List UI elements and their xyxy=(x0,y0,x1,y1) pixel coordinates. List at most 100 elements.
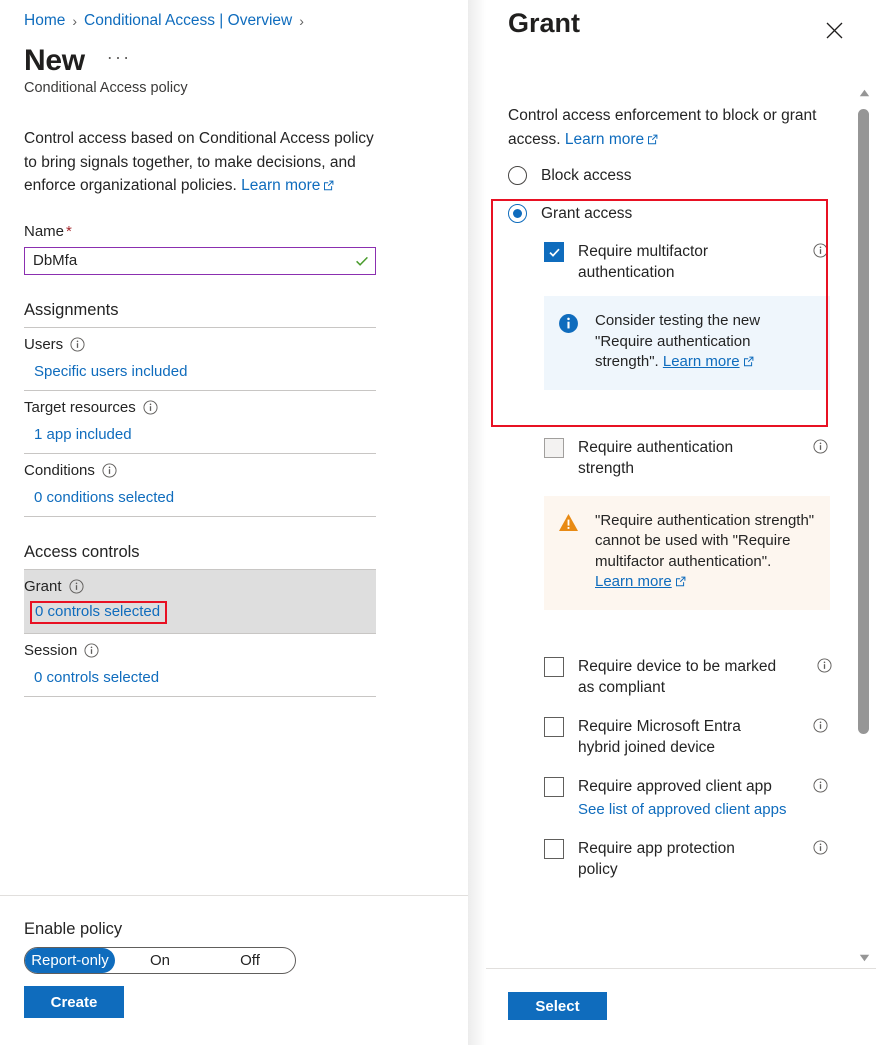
checkbox-label-approved-client-app[interactable]: Require approved client app See list of … xyxy=(578,776,778,820)
grant-blade: Grant Control access enforcement to bloc… xyxy=(486,0,876,1045)
row-label: Conditions xyxy=(24,462,376,479)
checkbox-label-app-protection-policy[interactable]: Require app protection policy xyxy=(578,838,778,880)
checkbox-device-compliant[interactable] xyxy=(544,657,564,677)
checkmark-icon xyxy=(349,253,375,269)
checkbox-app-protection-policy[interactable] xyxy=(544,839,564,859)
access-control-value-grant[interactable]: 0 controls selected xyxy=(35,603,160,620)
external-link-icon xyxy=(323,180,334,191)
divider xyxy=(0,895,468,896)
info-callout-text: Consider testing the new "Require authen… xyxy=(595,311,816,373)
policy-learn-more-link[interactable]: Learn more xyxy=(241,177,334,194)
assignment-value-users[interactable]: Specific users included xyxy=(34,363,187,380)
info-circle-icon[interactable] xyxy=(813,840,828,855)
blade-header: Grant xyxy=(486,0,876,84)
assignment-value-target-resources[interactable]: 1 app included xyxy=(34,426,132,443)
access-control-row-grant[interactable]: Grant 0 controls selected xyxy=(24,570,376,633)
info-filled-icon xyxy=(558,313,579,373)
assignment-value-conditions[interactable]: 0 conditions selected xyxy=(34,489,174,506)
checkbox-approved-client-app[interactable] xyxy=(544,777,564,797)
radio-row-grant-access[interactable]: Grant access xyxy=(508,204,854,223)
page-title: New xyxy=(24,43,85,79)
assignment-row-users[interactable]: Users Specific users included xyxy=(24,328,376,390)
checkbox-row-require-mfa[interactable]: Require multifactor authentication xyxy=(508,241,854,283)
caret-down-icon[interactable] xyxy=(858,951,871,964)
assignment-row-conditions[interactable]: Conditions 0 conditions selected xyxy=(24,454,376,516)
select-button[interactable]: Select xyxy=(508,992,607,1020)
radio-block-access[interactable] xyxy=(508,166,527,185)
info-circle-icon[interactable] xyxy=(813,718,828,733)
info-circle-icon[interactable] xyxy=(813,778,828,793)
caret-up-icon[interactable] xyxy=(858,86,871,99)
external-link-icon xyxy=(675,576,686,587)
enable-policy-label: Enable policy xyxy=(24,920,296,939)
radio-row-block-access[interactable]: Block access xyxy=(508,166,854,185)
warning-callout-learn-more-link[interactable]: Learn more xyxy=(595,573,672,590)
checkbox-label-hybrid-joined[interactable]: Require Microsoft Entra hybrid joined de… xyxy=(578,716,778,758)
toggle-option-on[interactable]: On xyxy=(115,948,205,973)
grant-annotation-box: 0 controls selected xyxy=(30,601,167,624)
toggle-option-off[interactable]: Off xyxy=(205,948,295,973)
info-callout-auth-strength: Consider testing the new "Require authen… xyxy=(544,296,830,390)
info-circle-icon[interactable] xyxy=(813,439,828,454)
info-circle-icon[interactable] xyxy=(69,579,84,594)
blade-title: Grant xyxy=(508,8,580,39)
toggle-option-report-only[interactable]: Report-only xyxy=(25,948,115,973)
policy-description: Control access based on Conditional Acce… xyxy=(24,127,384,198)
access-controls-heading: Access controls xyxy=(24,543,468,562)
external-link-icon xyxy=(743,356,754,367)
breadcrumb-item-conditional-access[interactable]: Conditional Access | Overview xyxy=(84,11,292,31)
row-label: Users xyxy=(24,336,376,353)
breadcrumb-chevron-icon: › xyxy=(72,11,77,31)
warning-callout-text: "Require authentication strength" cannot… xyxy=(595,511,816,593)
info-circle-icon[interactable] xyxy=(813,243,828,258)
enable-policy-toggle[interactable]: Report-only On Off xyxy=(24,947,296,974)
name-input[interactable] xyxy=(25,248,349,274)
radio-grant-access[interactable] xyxy=(508,204,527,223)
name-input-wrapper[interactable] xyxy=(24,247,376,275)
info-circle-icon[interactable] xyxy=(70,337,85,352)
checkbox-require-mfa[interactable] xyxy=(544,242,564,262)
panel-shadow xyxy=(468,0,486,1045)
checkbox-row-hybrid-joined[interactable]: Require Microsoft Entra hybrid joined de… xyxy=(508,716,854,758)
access-control-value-session[interactable]: 0 controls selected xyxy=(34,669,159,686)
breadcrumb-item-home[interactable]: Home xyxy=(24,11,65,31)
checkbox-row-device-compliant[interactable]: Require device to be marked as compliant xyxy=(508,656,854,698)
grant-learn-more-link[interactable]: Learn more xyxy=(565,131,658,148)
info-circle-icon[interactable] xyxy=(817,658,832,673)
scrollbar-thumb[interactable] xyxy=(858,109,869,734)
assignment-row-target-resources[interactable]: Target resources 1 app included xyxy=(24,391,376,453)
page-title-row: New ··· xyxy=(24,43,468,79)
divider xyxy=(24,516,376,517)
info-circle-icon[interactable] xyxy=(102,463,117,478)
breadcrumb: Home › Conditional Access | Overview › xyxy=(24,0,468,31)
blade-scroll-area: Control access enforcement to block or g… xyxy=(486,84,876,968)
warning-icon xyxy=(558,513,579,593)
warning-callout-auth-strength: "Require authentication strength" cannot… xyxy=(544,496,830,610)
checkbox-label-require-mfa[interactable]: Require multifactor authentication xyxy=(578,241,778,283)
row-label: Session xyxy=(24,642,376,659)
checkbox-hybrid-joined[interactable] xyxy=(544,717,564,737)
divider xyxy=(486,968,876,969)
checkbox-auth-strength[interactable] xyxy=(544,438,564,458)
create-button[interactable]: Create xyxy=(24,986,124,1018)
checkbox-row-approved-client-app[interactable]: Require approved client app See list of … xyxy=(508,776,854,820)
row-label: Target resources xyxy=(24,399,376,416)
radio-label-grant-access[interactable]: Grant access xyxy=(541,205,632,223)
approved-client-apps-link[interactable]: See list of approved client apps xyxy=(578,799,828,820)
blade-scrollbar[interactable] xyxy=(856,84,872,968)
info-callout-learn-more-link[interactable]: Learn more xyxy=(663,353,740,370)
checkbox-row-app-protection-policy[interactable]: Require app protection policy xyxy=(508,838,854,880)
access-control-row-session[interactable]: Session 0 controls selected xyxy=(24,634,376,696)
more-options-icon[interactable]: ··· xyxy=(103,46,136,76)
radio-label-block-access[interactable]: Block access xyxy=(541,167,631,185)
checkbox-label-auth-strength[interactable]: Require authentication strength xyxy=(578,437,778,479)
info-circle-icon[interactable] xyxy=(84,643,99,658)
close-icon[interactable] xyxy=(821,17,847,43)
checkbox-row-auth-strength[interactable]: Require authentication strength xyxy=(508,437,854,479)
grant-description: Control access enforcement to block or g… xyxy=(508,104,826,152)
checkbox-label-device-compliant[interactable]: Require device to be marked as compliant xyxy=(578,656,793,698)
info-circle-icon[interactable] xyxy=(143,400,158,415)
breadcrumb-chevron-icon: › xyxy=(299,11,304,31)
page-subtitle: Conditional Access policy xyxy=(24,80,468,96)
policy-footer: Enable policy Report-only On Off Create xyxy=(24,920,296,1018)
